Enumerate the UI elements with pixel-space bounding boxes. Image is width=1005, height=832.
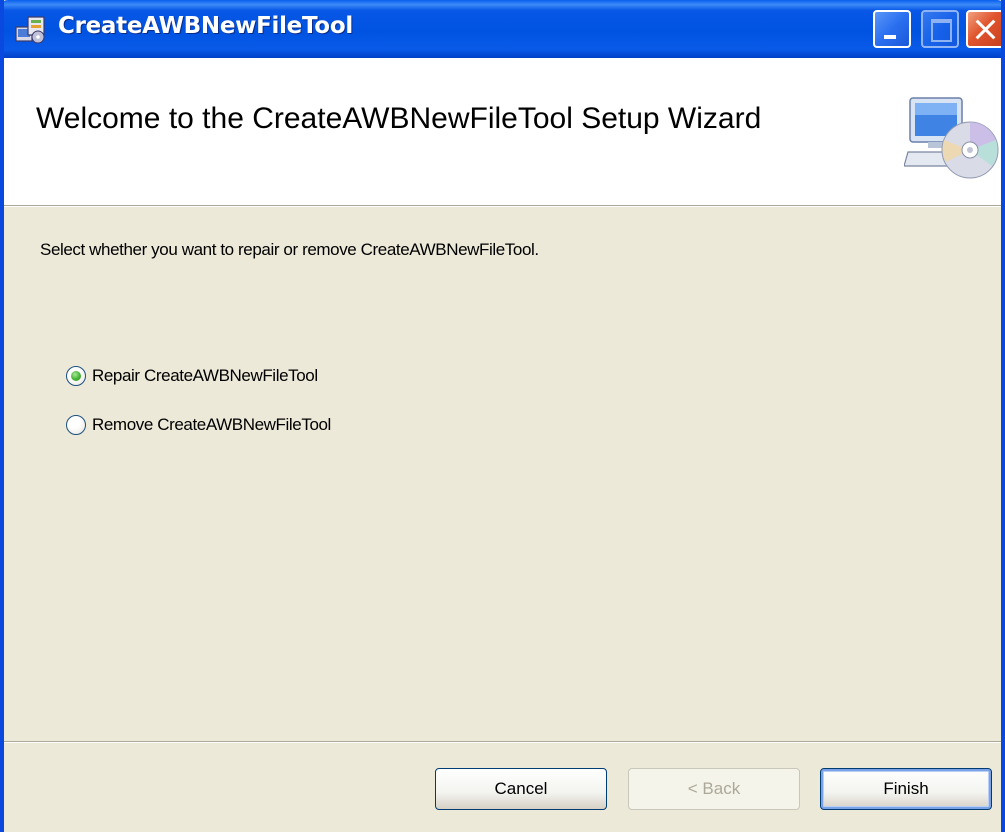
instruction-text: Select whether you want to repair or rem… (40, 240, 539, 259)
close-button[interactable] (966, 10, 1001, 48)
remove-option[interactable]: Remove CreateAWBNewFileTool (66, 415, 331, 435)
remove-option-label[interactable]: Remove CreateAWBNewFileTool (92, 415, 331, 435)
cancel-button[interactable]: Cancel (435, 768, 607, 810)
repair-radio[interactable] (66, 366, 86, 386)
installer-app-icon (15, 16, 45, 44)
setup-wizard-window: CreateAWBNewFileTool Welcome to the Crea… (0, 0, 1005, 832)
minimize-button[interactable] (873, 10, 911, 48)
finish-button[interactable]: Finish (820, 768, 992, 810)
repair-option-label[interactable]: Repair CreateAWBNewFileTool (92, 366, 318, 386)
computer-cd-icon (904, 97, 999, 179)
footer-divider (4, 741, 1001, 743)
wizard-banner: Welcome to the CreateAWBNewFileTool Setu… (4, 58, 1001, 207)
title-bar[interactable]: CreateAWBNewFileTool (4, 0, 1001, 58)
repair-option[interactable]: Repair CreateAWBNewFileTool (66, 366, 318, 386)
remove-radio[interactable] (66, 415, 86, 435)
back-button: < Back (628, 768, 800, 810)
maximize-button (921, 10, 959, 48)
wizard-heading: Welcome to the CreateAWBNewFileTool Setu… (36, 102, 762, 135)
window-title: CreateAWBNewFileTool (58, 13, 353, 39)
